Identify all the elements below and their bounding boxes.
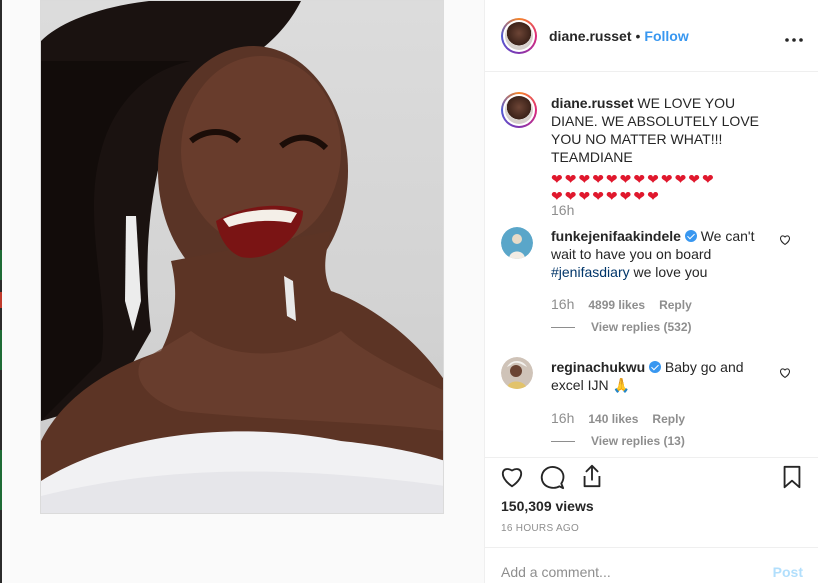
comment-icon[interactable] xyxy=(539,464,565,490)
view-replies-button[interactable]: View replies (13) xyxy=(551,434,685,448)
bookmark-icon[interactable] xyxy=(779,464,805,490)
post-media[interactable] xyxy=(40,0,444,514)
caption-meta: 16h xyxy=(551,202,588,218)
comment-avatar[interactable] xyxy=(501,227,533,259)
caption-avatar[interactable] xyxy=(501,92,537,128)
caption-hearts-line1: ❤❤❤❤❤❤❤❤❤❤❤❤ xyxy=(551,171,716,187)
hashtag-link[interactable]: #jenifasdiary xyxy=(551,264,630,280)
comment-avatar[interactable] xyxy=(501,357,533,389)
comment-username[interactable]: funkejenifaakindele xyxy=(551,228,681,244)
view-replies-button[interactable]: View replies (532) xyxy=(551,320,692,334)
background-strip xyxy=(0,0,2,583)
post-header: diane.russet • Follow xyxy=(485,0,818,72)
heart-icon[interactable] xyxy=(499,464,525,490)
comment-username[interactable]: reginachukwu xyxy=(551,359,645,375)
comment-like-heart-icon[interactable] xyxy=(779,234,791,246)
verified-badge-icon xyxy=(684,230,697,242)
verified-badge-icon xyxy=(649,361,662,373)
reply-button[interactable]: Reply xyxy=(659,298,692,312)
view-replies-label[interactable]: View replies (532) xyxy=(591,320,692,334)
comment-text: funkejenifaakindele We can't wait to hav… xyxy=(551,227,779,281)
caption: diane.russet WE LOVE YOU DIANE. WE ABSOL… xyxy=(551,94,779,205)
post-comment-button[interactable]: Post xyxy=(773,564,803,580)
comment-time[interactable]: 16h xyxy=(551,410,574,426)
author-username[interactable]: diane.russet xyxy=(549,28,631,44)
comment-text: reginachukwu Baby go and excel IJN 🙏 xyxy=(551,358,779,394)
comment-body-after: we love you xyxy=(629,264,708,280)
comment-input[interactable] xyxy=(501,562,751,582)
caption-time[interactable]: 16h xyxy=(551,202,574,218)
comment-time[interactable]: 16h xyxy=(551,296,574,312)
post-side-panel: diane.russet • Follow diane.russet WE LOVE… xyxy=(484,0,818,583)
comment-likes[interactable]: 4899 likes xyxy=(588,298,645,312)
portrait-illustration xyxy=(41,1,443,513)
comment-composer: Post xyxy=(485,547,818,583)
comment-like-heart-icon[interactable] xyxy=(779,367,791,379)
post-timestamp[interactable]: 16 HOURS AGO xyxy=(501,523,579,534)
separator-dot: • xyxy=(635,28,641,44)
comment-likes[interactable]: 140 likes xyxy=(588,412,638,426)
follow-button[interactable]: Follow xyxy=(644,28,688,44)
view-replies-label[interactable]: View replies (13) xyxy=(591,434,685,448)
replies-line xyxy=(551,327,575,329)
author-avatar[interactable] xyxy=(501,18,537,54)
comment-meta: 16h 4899 likes Reply xyxy=(551,296,692,312)
view-count[interactable]: 150,309 views xyxy=(501,498,594,514)
more-options-icon[interactable] xyxy=(785,26,803,47)
share-icon[interactable] xyxy=(579,463,605,489)
action-bar: 150,309 views 16 HOURS AGO xyxy=(485,457,818,547)
comments-list[interactable]: diane.russet WE LOVE YOU DIANE. WE ABSOL… xyxy=(485,72,818,457)
caption-username[interactable]: diane.russet xyxy=(551,95,633,111)
reply-button[interactable]: Reply xyxy=(652,412,685,426)
comment-meta: 16h 140 likes Reply xyxy=(551,410,685,426)
replies-line xyxy=(551,441,575,443)
